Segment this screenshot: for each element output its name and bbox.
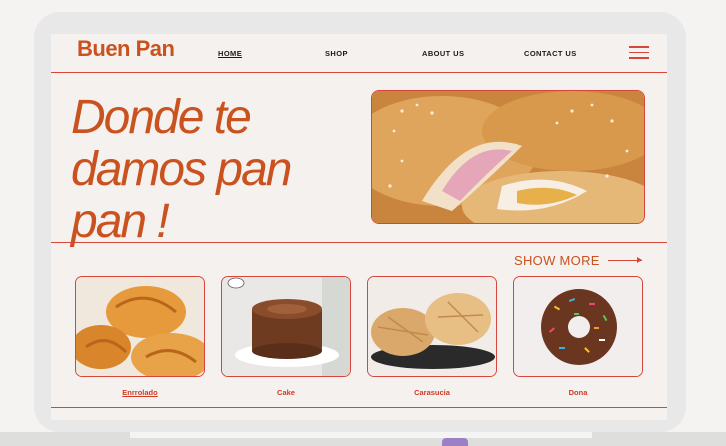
nav-shop[interactable]: SHOP (325, 49, 348, 58)
nav-about-us[interactable]: ABOUT US (422, 49, 464, 58)
taskbar (0, 432, 726, 446)
cake-image (222, 277, 350, 376)
taskbar-indicator (442, 438, 468, 446)
nav-contact-us[interactable]: CONTACT US (524, 49, 577, 58)
product-label-cake[interactable]: Cake (221, 388, 351, 397)
product-card-enrrolado[interactable] (75, 276, 205, 377)
hero-image (371, 90, 645, 224)
footer-divider (51, 407, 667, 408)
hero-divider (51, 242, 667, 243)
website-screen: Buen Pan HOME SHOP ABOUT US CONTACT US D… (51, 34, 667, 420)
hamburger-menu-icon[interactable] (629, 46, 649, 60)
taskbar-tab (130, 432, 592, 438)
croissant-image (76, 277, 204, 376)
product-label-dona[interactable]: Dona (513, 388, 643, 397)
concha-image (368, 277, 496, 376)
hero-line-3: pan ! (71, 195, 170, 248)
product-label-enrrolado[interactable]: Enrrolado (75, 388, 205, 397)
logo[interactable]: Buen Pan (77, 36, 175, 62)
bread-roll-illustration (372, 91, 644, 223)
product-card-cake[interactable] (221, 276, 351, 377)
header-divider (51, 72, 667, 73)
donut-image (514, 277, 642, 376)
nav-home[interactable]: HOME (218, 49, 242, 58)
product-label-carasucia[interactable]: Carasucia (367, 388, 497, 397)
arrow-right-icon (607, 257, 642, 263)
product-card-carasucia[interactable] (367, 276, 497, 377)
hero-line-2: damos pan (71, 143, 293, 196)
product-card-dona[interactable] (513, 276, 643, 377)
show-more-link[interactable]: SHOW MORE (514, 253, 642, 268)
show-more-label: SHOW MORE (514, 253, 600, 268)
hero-headline: Donde te damos pan pan ! (71, 92, 361, 248)
hero-line-1: Donde te (71, 91, 252, 144)
